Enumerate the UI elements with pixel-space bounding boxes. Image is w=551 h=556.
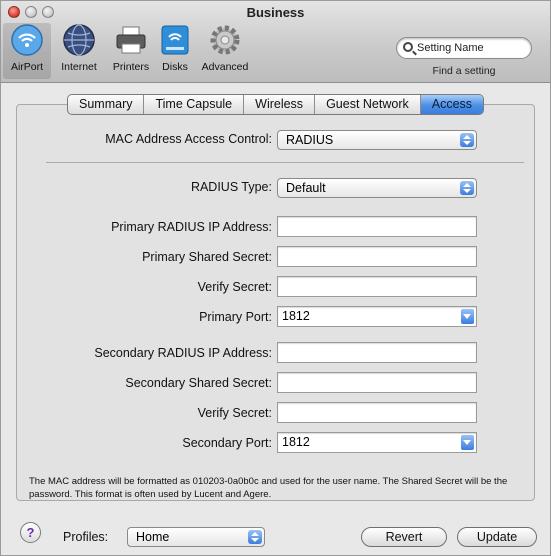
secondary-port-value: 1812 xyxy=(282,435,310,449)
search-caption: Find a setting xyxy=(432,65,496,77)
gear-icon xyxy=(210,25,240,55)
toolbar-item-internet[interactable]: Internet xyxy=(55,23,103,79)
mac-access-label: MAC Address Access Control: xyxy=(105,132,272,146)
primary-verify-field[interactable] xyxy=(277,276,477,297)
help-button[interactable]: ? xyxy=(20,522,41,543)
profiles-label: Profiles: xyxy=(63,530,109,544)
toolbar-label: Internet xyxy=(61,61,97,73)
tab-bar: Summary Time Capsule Wireless Guest Netw… xyxy=(67,94,485,115)
dropdown-arrow-icon[interactable] xyxy=(461,435,474,450)
airport-utility-window: Business AirPort Internet Printers Disks… xyxy=(0,0,551,556)
tab-summary[interactable]: Summary xyxy=(68,95,145,114)
toolbar-label: Printers xyxy=(112,61,150,73)
toolbar-item-disks[interactable]: Disks xyxy=(151,23,199,79)
secondary-ip-field[interactable] xyxy=(277,342,477,363)
mac-access-value: RADIUS xyxy=(286,133,334,147)
radius-type-label: RADIUS Type: xyxy=(190,180,272,194)
toolbar-label: Advanced xyxy=(201,61,249,73)
window-title: Business xyxy=(246,5,305,20)
mac-access-select[interactable]: RADIUS xyxy=(277,130,477,150)
tab-wireless[interactable]: Wireless xyxy=(244,95,316,114)
primary-ip-field[interactable] xyxy=(277,216,477,237)
title-bar: Business AirPort Internet Printers Disks… xyxy=(1,1,550,83)
update-button[interactable]: Update xyxy=(457,527,537,547)
secondary-secret-field[interactable] xyxy=(277,372,477,393)
profiles-select[interactable]: Home xyxy=(127,527,265,547)
toolbar-label: AirPort xyxy=(10,61,44,73)
primary-port-value: 1812 xyxy=(282,309,310,323)
primary-port-combo[interactable]: 1812 xyxy=(277,306,477,327)
tab-guest-network[interactable]: Guest Network xyxy=(315,95,421,114)
secondary-verify-field[interactable] xyxy=(277,402,477,423)
primary-ip-label: Primary RADIUS IP Address: xyxy=(111,220,272,234)
toolbar-item-printers[interactable]: Printers xyxy=(107,23,155,79)
disk-icon xyxy=(161,25,189,55)
secondary-verify-label: Verify Secret: xyxy=(197,406,272,420)
search-icon xyxy=(403,42,413,52)
search-placeholder: Setting Name xyxy=(417,42,484,54)
radius-type-value: Default xyxy=(286,181,326,195)
tab-time-capsule[interactable]: Time Capsule xyxy=(144,95,245,114)
secondary-secret-label: Secondary Shared Secret: xyxy=(125,376,272,390)
printer-icon xyxy=(116,26,146,54)
internet-icon xyxy=(63,24,95,56)
profiles-value: Home xyxy=(136,530,170,544)
primary-secret-field[interactable] xyxy=(277,246,477,267)
popup-arrows-icon xyxy=(460,133,474,147)
primary-verify-label: Verify Secret: xyxy=(197,280,272,294)
dropdown-arrow-icon[interactable] xyxy=(461,309,474,324)
search-field[interactable]: Setting Name xyxy=(396,37,532,59)
primary-port-label: Primary Port: xyxy=(199,310,272,324)
toolbar-item-advanced[interactable]: Advanced xyxy=(201,23,249,79)
secondary-port-label: Secondary Port: xyxy=(182,436,272,450)
secondary-port-combo[interactable]: 1812 xyxy=(277,432,477,453)
toolbar-label: Disks xyxy=(162,61,188,73)
mac-format-note: The MAC address will be formatted as 010… xyxy=(29,476,508,500)
popup-arrows-icon xyxy=(248,530,262,544)
revert-button[interactable]: Revert xyxy=(361,527,447,547)
tab-access[interactable]: Access xyxy=(420,95,484,114)
popup-arrows-icon xyxy=(460,181,474,195)
airport-icon xyxy=(11,24,43,56)
divider xyxy=(46,162,524,163)
radius-type-select[interactable]: Default xyxy=(277,178,477,198)
secondary-ip-label: Secondary RADIUS IP Address: xyxy=(94,346,272,360)
toolbar-item-airport[interactable]: AirPort xyxy=(3,23,51,79)
primary-secret-label: Primary Shared Secret: xyxy=(142,250,272,264)
